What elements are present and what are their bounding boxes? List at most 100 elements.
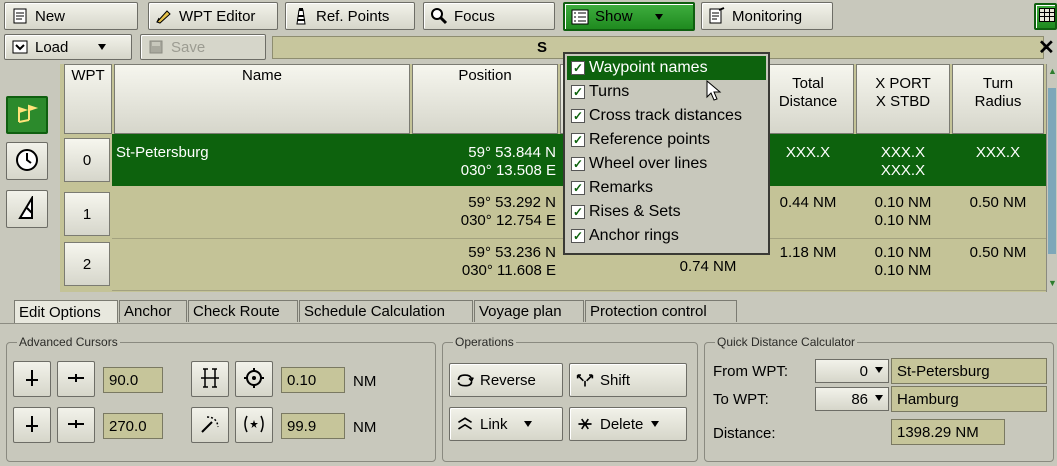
from-wpt-select[interactable]: 0 bbox=[815, 359, 889, 383]
load-button[interactable]: Load bbox=[4, 34, 132, 60]
menu-item-reference-points[interactable]: ✓ Reference points bbox=[567, 128, 766, 152]
cell-lon[interactable]: 030° 11.608 E bbox=[412, 262, 556, 280]
cursor-distance-2-input[interactable]: 99.9 bbox=[281, 413, 345, 439]
close-icon[interactable]: ✕ bbox=[1038, 35, 1055, 60]
cell-xport[interactable]: 0.10 NM bbox=[856, 244, 950, 262]
cell-xport[interactable]: XXX.X bbox=[856, 144, 950, 162]
header-position[interactable]: Position bbox=[412, 64, 558, 134]
menu-item-remarks[interactable]: ✓ Remarks bbox=[567, 176, 766, 200]
cell-lat[interactable]: 59° 53.236 N bbox=[412, 244, 556, 262]
scroll-down-icon[interactable]: ▼ bbox=[1048, 278, 1057, 288]
cell-total[interactable]: XXX.X bbox=[762, 144, 854, 162]
arc-cursor-button[interactable] bbox=[191, 407, 229, 443]
range-bracket-icon bbox=[199, 367, 221, 392]
checkbox-checked-icon[interactable]: ✓ bbox=[571, 85, 585, 99]
cursor-angle-1-input[interactable]: 90.0 bbox=[103, 367, 163, 393]
cross-cursor-icon bbox=[67, 369, 85, 390]
menu-item-waypoint-names[interactable]: ✓ Waypoint names bbox=[567, 56, 766, 80]
cell-total[interactable]: 0.44 NM bbox=[762, 194, 854, 212]
checkbox-checked-icon[interactable]: ✓ bbox=[571, 109, 585, 123]
reverse-button[interactable]: Reverse bbox=[449, 363, 563, 397]
to-wpt-select[interactable]: 86 bbox=[815, 387, 889, 411]
check-route-button[interactable] bbox=[6, 190, 48, 228]
unit-label: NM bbox=[353, 419, 377, 436]
chevron-down-icon bbox=[523, 421, 532, 427]
link-arrows-icon bbox=[456, 415, 474, 433]
cell-xport[interactable]: 0.10 NM bbox=[856, 194, 950, 212]
checkbox-checked-icon[interactable]: ✓ bbox=[571, 61, 585, 75]
header-total-distance[interactable]: Total Distance bbox=[762, 64, 854, 134]
checkbox-checked-icon[interactable]: ✓ bbox=[571, 205, 585, 219]
cursor-vertical-button[interactable] bbox=[13, 361, 51, 397]
cell-xstbd[interactable]: 0.10 NM bbox=[856, 212, 950, 230]
cell-xstbd[interactable]: XXX.X bbox=[856, 162, 950, 180]
table-scrollbar[interactable]: ▲ ▼ bbox=[1046, 64, 1057, 292]
route-flags-button[interactable] bbox=[6, 96, 48, 134]
header-turn-radius[interactable]: Turn Radius bbox=[952, 64, 1044, 134]
cursor-vertical-2-button[interactable] bbox=[13, 407, 51, 443]
scroll-up-icon[interactable]: ▲ bbox=[1048, 66, 1057, 76]
cell-name[interactable]: St-Petersburg bbox=[116, 144, 209, 162]
menu-item-cross-track[interactable]: ✓ Cross track distances bbox=[567, 104, 766, 128]
circle-cursor-button[interactable] bbox=[235, 407, 273, 443]
distance-cursor-button[interactable] bbox=[191, 361, 229, 397]
header-name[interactable]: Name bbox=[114, 64, 410, 134]
link-button[interactable]: Link bbox=[449, 407, 563, 441]
link-label: Link bbox=[480, 415, 508, 433]
cell-radius[interactable]: 0.50 NM bbox=[952, 194, 1044, 212]
tab-protection-control[interactable]: Protection control bbox=[585, 300, 737, 322]
cell-total[interactable]: 1.18 NM bbox=[762, 244, 854, 262]
shift-button[interactable]: Shift bbox=[569, 363, 687, 397]
header-wpt[interactable]: WPT bbox=[64, 64, 112, 134]
tab-edit-options[interactable]: Edit Options bbox=[14, 300, 118, 324]
tab-voyage-plan[interactable]: Voyage plan bbox=[474, 300, 584, 322]
target-cursor-button[interactable] bbox=[235, 361, 273, 397]
schedule-clock-button[interactable] bbox=[6, 142, 48, 180]
show-menu-button[interactable]: Show bbox=[563, 2, 695, 31]
tab-check-route[interactable]: Check Route bbox=[188, 300, 298, 322]
reverse-arrows-icon bbox=[456, 371, 474, 389]
menu-item-label: Wheel over lines bbox=[589, 155, 708, 172]
ref-points-button[interactable]: Ref. Points bbox=[285, 2, 415, 30]
cell-lat[interactable]: 59° 53.844 N bbox=[412, 144, 556, 162]
to-wpt-value: 86 bbox=[851, 390, 868, 408]
load-disk-icon bbox=[11, 38, 29, 56]
new-route-button[interactable]: New bbox=[4, 2, 138, 30]
scroll-thumb[interactable] bbox=[1048, 88, 1056, 254]
tab-anchor[interactable]: Anchor bbox=[119, 300, 187, 322]
cell-lat[interactable]: 59° 53.292 N bbox=[412, 194, 556, 212]
menu-item-anchor-rings[interactable]: ✓ Anchor rings bbox=[567, 224, 766, 248]
menu-item-turns[interactable]: ✓ Turns bbox=[567, 80, 766, 104]
monitor-document-icon bbox=[708, 7, 726, 25]
cursor-horizontal-2-button[interactable] bbox=[57, 407, 95, 443]
show-dropdown-menu: ✓ Waypoint names ✓ Turns ✓ Cross track d… bbox=[563, 52, 770, 255]
checkbox-checked-icon[interactable]: ✓ bbox=[571, 181, 585, 195]
cell-xstbd[interactable]: 0.10 NM bbox=[856, 262, 950, 280]
cell-leg-distance[interactable]: 0.74 NM bbox=[656, 258, 760, 276]
cell-lon[interactable]: 030° 13.508 E bbox=[412, 162, 556, 180]
delete-button[interactable]: Delete bbox=[569, 407, 687, 441]
wpt-editor-button[interactable]: WPT Editor bbox=[148, 2, 278, 30]
save-button[interactable]: Save bbox=[140, 34, 266, 60]
cursor-distance-1-input[interactable]: 0.10 bbox=[281, 367, 345, 393]
checkbox-checked-icon[interactable]: ✓ bbox=[571, 157, 585, 171]
checkbox-checked-icon[interactable]: ✓ bbox=[571, 133, 585, 147]
cell-lon[interactable]: 030° 12.754 E bbox=[412, 212, 556, 230]
shift-arrows-icon bbox=[576, 371, 594, 389]
cell-radius[interactable]: XXX.X bbox=[952, 144, 1044, 162]
row-number[interactable]: 1 bbox=[64, 192, 110, 236]
tab-schedule-calculation[interactable]: Schedule Calculation bbox=[299, 300, 473, 322]
menu-item-rises-sets[interactable]: ✓ Rises & Sets bbox=[567, 200, 766, 224]
row-number[interactable]: 0 bbox=[64, 138, 110, 182]
table-view-button[interactable] bbox=[1034, 3, 1057, 30]
menu-item-wheel-over-lines[interactable]: ✓ Wheel over lines bbox=[567, 152, 766, 176]
cursor-horizontal-button[interactable] bbox=[57, 361, 95, 397]
checkbox-checked-icon[interactable]: ✓ bbox=[571, 229, 585, 243]
monitoring-button[interactable]: Monitoring bbox=[701, 2, 833, 30]
cursor-angle-2-input[interactable]: 270.0 bbox=[103, 413, 163, 439]
row-number[interactable]: 2 bbox=[64, 242, 110, 286]
header-xport-xstbd[interactable]: X PORT X STBD bbox=[856, 64, 950, 134]
cell-radius[interactable]: 0.50 NM bbox=[952, 244, 1044, 262]
monitoring-label: Monitoring bbox=[732, 7, 803, 25]
focus-button[interactable]: Focus bbox=[423, 2, 555, 30]
